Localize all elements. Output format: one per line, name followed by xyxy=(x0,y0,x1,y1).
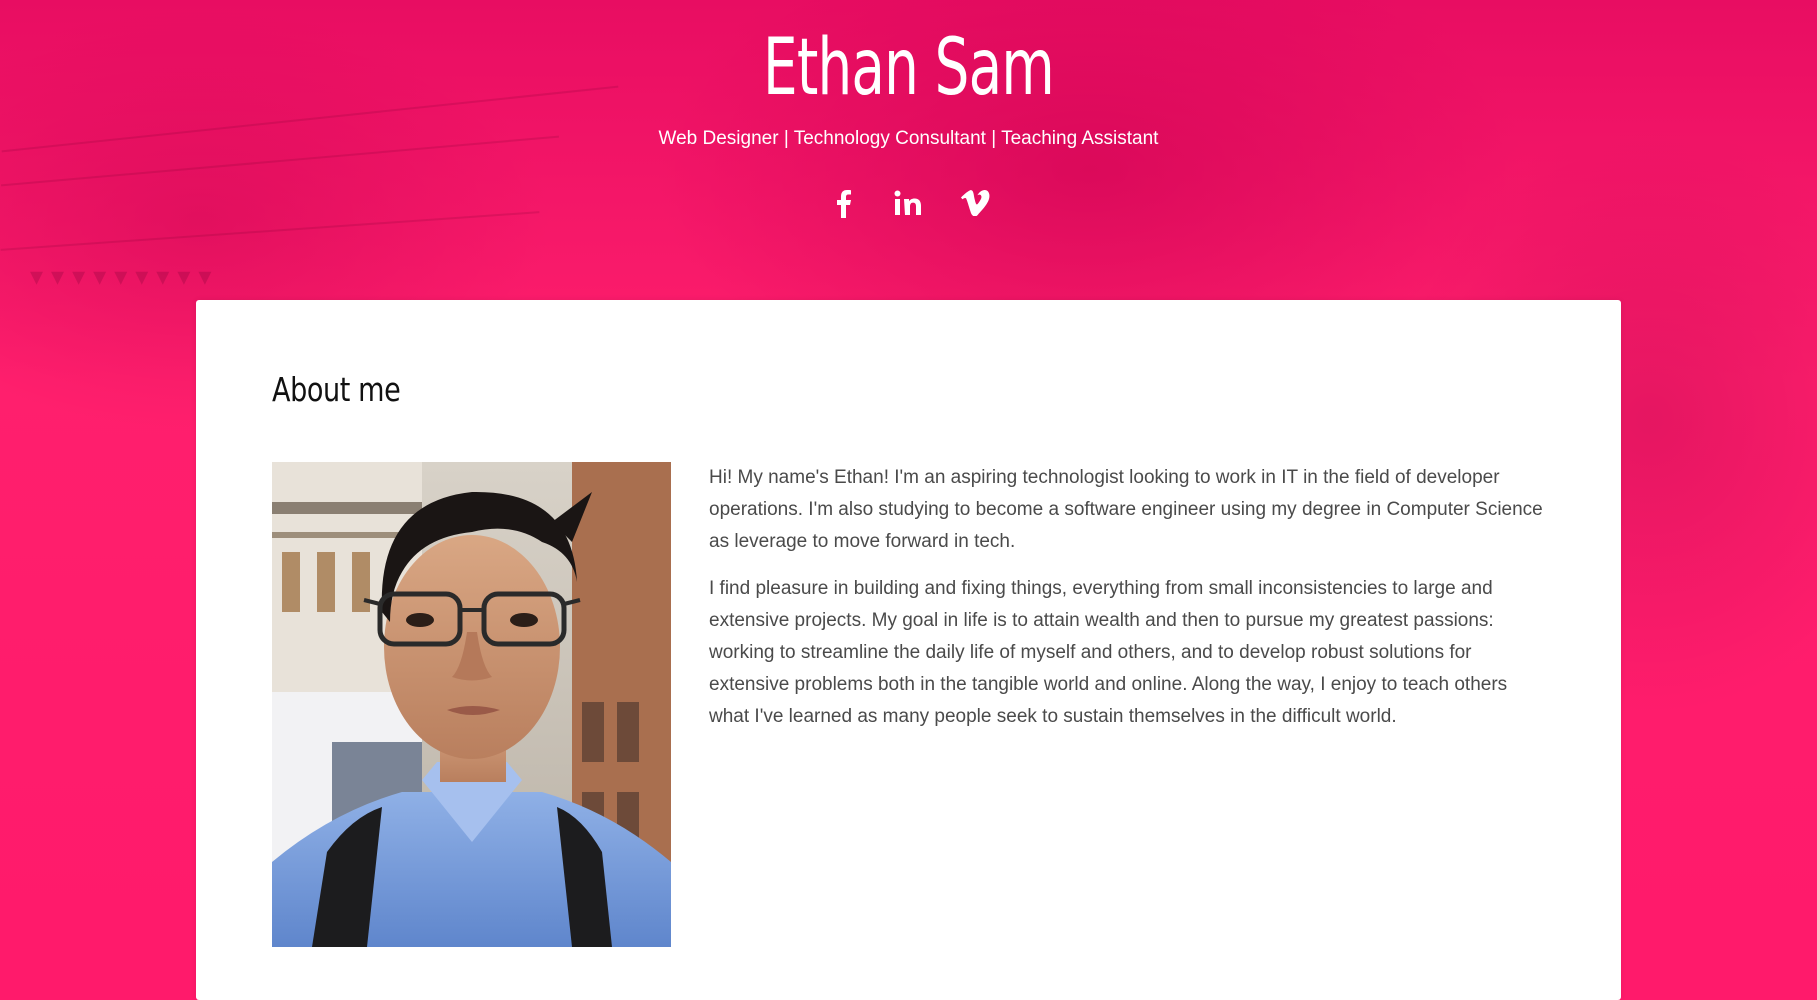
section-title: About me xyxy=(272,370,401,409)
about-text: Hi! My name's Ethan! I'm an aspiring tec… xyxy=(709,462,1551,748)
profile-photo-illustration xyxy=(272,462,671,947)
tagline: Web Designer | Technology Consultant | T… xyxy=(658,128,1159,149)
vimeo-icon xyxy=(960,190,989,216)
social-links xyxy=(0,183,1817,223)
site-name: Ethan Sam xyxy=(763,23,1055,113)
about-card: About me Hi! My name's Ethan! I'm an asp… xyxy=(196,300,1621,1000)
linkedin-icon xyxy=(894,190,921,215)
linkedin-link[interactable] xyxy=(893,183,925,223)
about-paragraph-1: Hi! My name's Ethan! I'm an aspiring tec… xyxy=(709,467,1543,552)
facebook-link[interactable] xyxy=(827,183,859,223)
profile-photo xyxy=(272,462,671,947)
site-header: Ethan Sam Web Designer | Technology Cons… xyxy=(0,0,1817,300)
facebook-icon xyxy=(836,190,851,218)
about-paragraph-2: I find pleasure in building and fixing t… xyxy=(709,578,1508,727)
vimeo-link[interactable] xyxy=(959,183,991,223)
